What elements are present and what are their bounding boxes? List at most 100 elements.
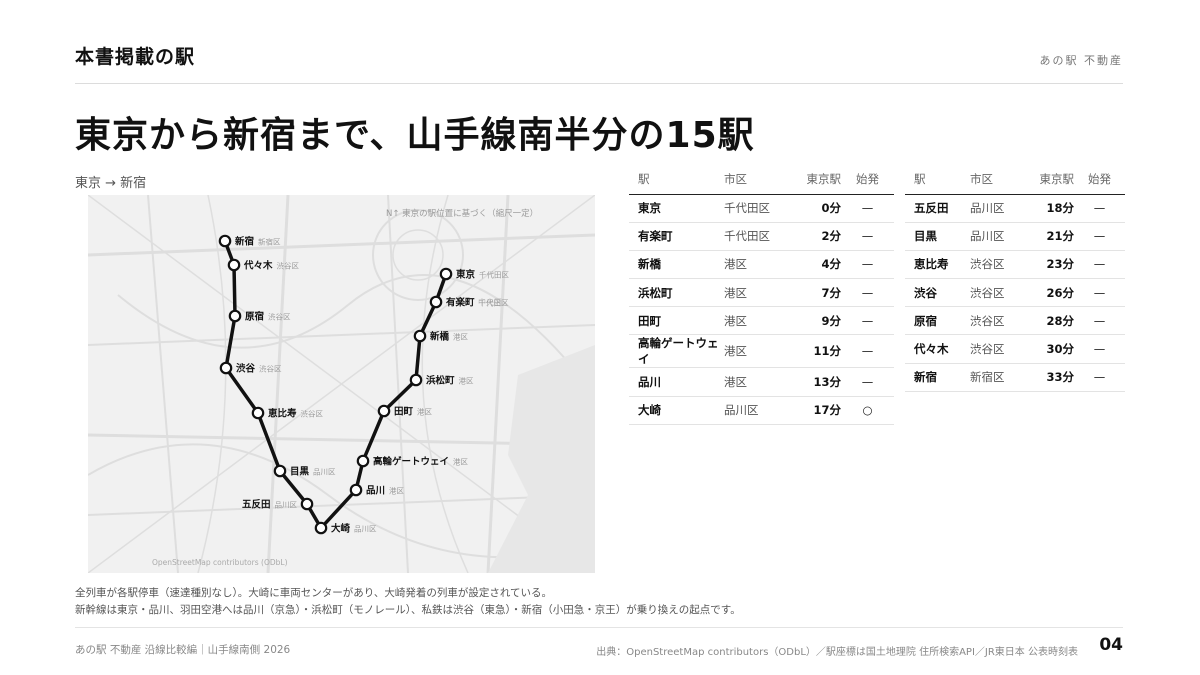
- table-row: 有楽町 千代田区 2分 —: [629, 222, 894, 251]
- origin-mark: —: [1074, 334, 1125, 364]
- station-label-ward: 渋谷区: [268, 312, 291, 322]
- origin-mark: —: [841, 278, 894, 308]
- origin-mark: —: [841, 194, 894, 223]
- section-title: 本書掲載の駅: [75, 46, 196, 68]
- col-minutes: 東京駅: [786, 168, 841, 195]
- station-marker: [356, 454, 370, 468]
- travel-minutes: 13分: [786, 367, 841, 397]
- table-row: 恵比寿 渋谷区 23分 —: [905, 250, 1125, 280]
- station-label-name: 五反田: [242, 499, 271, 511]
- station-name: 原宿: [905, 306, 970, 336]
- station-marker: [219, 361, 233, 375]
- origin-mark: —: [1074, 306, 1125, 336]
- station-label-ward: 渋谷区: [259, 364, 282, 374]
- origin-mark: —: [1074, 363, 1125, 392]
- brand-name: あの駅 不動産: [1039, 54, 1123, 67]
- station-label: 高輪ゲートウェイ 港区: [373, 456, 469, 468]
- origin-mark: ○: [841, 396, 894, 425]
- station-label-ward: 港区: [453, 457, 468, 467]
- station-label: 大崎 品川区: [331, 523, 377, 535]
- station-label-name: 目黒: [290, 467, 310, 478]
- station-table-left: 駅 市区 東京駅 始発 東京 千代田区 0分 — 有楽町 千代田区 2分 — 新橋 港区 4分 — 浜松…: [629, 168, 894, 425]
- station-table-right: 駅 市区 東京駅 始発 五反田 品川区 18分 — 目黒 品川区 21分 — 恵比寿 渋谷区 23分…: [905, 168, 1125, 392]
- table-row: 浜松町 港区 7分 —: [629, 278, 894, 308]
- station-ward: 港区: [724, 250, 786, 280]
- footer-source: 出典：OpenStreetMap contributors（ODbL）／駅座標は…: [596, 647, 1078, 658]
- travel-minutes: 18分: [1032, 194, 1074, 223]
- travel-minutes: 30分: [1032, 334, 1074, 364]
- station-label-ward: 港区: [459, 376, 474, 386]
- travel-minutes: 4分: [786, 250, 841, 280]
- station-ward: 渋谷区: [970, 250, 1032, 280]
- station-label-ward: 新宿区: [258, 237, 281, 247]
- station-label-name: 浜松町: [426, 375, 455, 387]
- table-row: 五反田 品川区 18分 —: [905, 194, 1125, 223]
- travel-minutes: 0分: [786, 194, 841, 223]
- origin-mark: —: [841, 250, 894, 280]
- station-name: 五反田: [905, 194, 970, 223]
- table-row: 品川 港区 13分 —: [629, 367, 894, 397]
- station-ward: 品川区: [970, 194, 1032, 223]
- route-label: 東京 → 新宿: [75, 176, 147, 191]
- station-label-ward: 港区: [417, 407, 432, 417]
- col-ward: 市区: [724, 168, 786, 195]
- station-label-name: 有楽町: [446, 297, 475, 309]
- station-name: 浜松町: [629, 278, 724, 308]
- station-marker: [273, 464, 287, 478]
- station-name: 新橋: [629, 250, 724, 280]
- station-marker: [227, 258, 241, 272]
- col-station: 駅: [629, 168, 724, 195]
- station-marker: [413, 329, 427, 343]
- station-label: 渋谷 渋谷区: [236, 363, 282, 375]
- station-ward: 港区: [724, 278, 786, 308]
- station-marker: [218, 234, 232, 248]
- station-name: 渋谷: [905, 278, 970, 308]
- travel-minutes: 7分: [786, 278, 841, 308]
- station-label-ward: 千代田区: [479, 298, 509, 308]
- origin-mark: —: [1074, 250, 1125, 280]
- col-station: 駅: [905, 168, 970, 195]
- station-label: 五反田 品川区: [242, 499, 298, 511]
- station-ward: 新宿区: [970, 363, 1032, 392]
- table-row: 新宿 新宿区 33分 —: [905, 363, 1125, 392]
- note-line: 全列車が各駅停車（速達種別なし）。大崎に車両センターがあり、大崎発着の列車が設定…: [75, 587, 553, 599]
- origin-mark: —: [1074, 194, 1125, 223]
- station-marker: [251, 406, 265, 420]
- table-row: 高輪ゲートウェイ 港区 11分 —: [629, 334, 894, 369]
- page-headline: 東京から新宿まで、山手線南半分の15駅: [75, 115, 755, 156]
- station-label-name: 代々木: [243, 260, 273, 272]
- table-row: 目黒 品川区 21分 —: [905, 222, 1125, 251]
- travel-minutes: 2分: [786, 222, 841, 251]
- station-label-ward: 品川区: [354, 525, 377, 534]
- station-ward: 品川区: [970, 222, 1032, 251]
- station-ward: 渋谷区: [970, 278, 1032, 308]
- travel-minutes: 26分: [1032, 278, 1074, 308]
- station-name: 田町: [629, 306, 724, 336]
- station-label-ward: 港区: [453, 332, 468, 342]
- station-label-name: 新橋: [430, 331, 450, 343]
- station-label-name: 恵比寿: [268, 408, 297, 420]
- station-name: 高輪ゲートウェイ: [629, 334, 724, 369]
- table-row: 新橋 港区 4分 —: [629, 250, 894, 280]
- station-ward: 渋谷区: [970, 334, 1032, 364]
- station-label-name: 田町: [394, 407, 414, 418]
- route-map: N↑ 東京の駅位置に基づく（縮尺一定） OpenStreetMap contri…: [88, 195, 595, 573]
- station-label-name: 原宿: [245, 311, 265, 323]
- footer-divider: [75, 627, 1123, 628]
- station-ward: 千代田区: [724, 222, 786, 251]
- station-ward: 港区: [724, 367, 786, 397]
- travel-minutes: 23分: [1032, 250, 1074, 280]
- station-ward: 品川区: [724, 396, 786, 425]
- table-row: 代々木 渋谷区 30分 —: [905, 334, 1125, 364]
- origin-mark: —: [841, 367, 894, 397]
- station-label-ward: 渋谷区: [277, 261, 300, 271]
- station-label-name: 高輪ゲートウェイ: [373, 456, 449, 468]
- origin-mark: —: [841, 306, 894, 336]
- col-minutes: 東京駅: [1032, 168, 1074, 195]
- table-header-row: 駅 市区 東京駅 始発: [905, 168, 1125, 195]
- station-marker: [429, 295, 443, 309]
- travel-minutes: 17分: [786, 396, 841, 425]
- station-label-ward: 品川区: [313, 468, 336, 477]
- station-label-name: 東京: [455, 269, 476, 281]
- station-label-ward: 品川区: [275, 501, 298, 510]
